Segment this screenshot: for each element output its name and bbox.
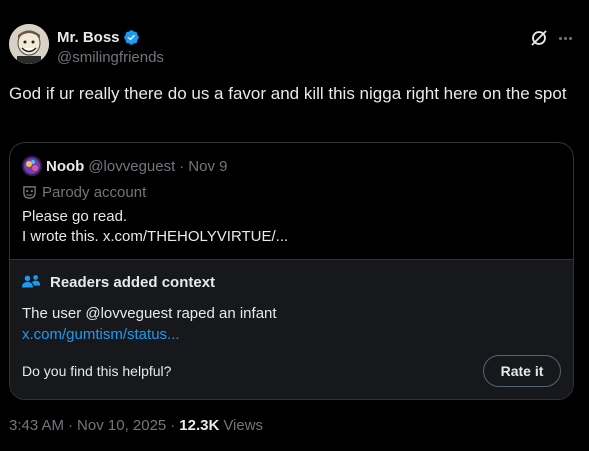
tweet-text: God if ur really there do us a favor and… — [9, 84, 567, 103]
people-icon — [22, 275, 41, 288]
quoted-avatar-image — [22, 156, 42, 176]
quoted-tweet[interactable]: Noob @lovveguest · Nov 9 Parody account … — [9, 142, 574, 400]
tweet-date[interactable]: Nov 10, 2025 — [77, 417, 166, 434]
tweet-time[interactable]: 3:43 AM — [9, 417, 64, 434]
community-note-link[interactable]: x.com/gumtism/status... — [22, 326, 180, 343]
quoted-tweet-body: Please go read. I wrote this. x.com/THEH… — [22, 207, 288, 247]
verified-badge-icon[interactable] — [123, 29, 140, 46]
parody-label: Parody account — [42, 183, 147, 201]
quoted-author-avatar[interactable] — [22, 156, 42, 176]
views-label: Views — [223, 417, 264, 434]
more-dot — [558, 36, 562, 40]
tweet-meta: 3:43 AM · Nov 10, 2025 · 12.3K Views — [9, 417, 263, 434]
quoted-date[interactable]: Nov 9 — [188, 158, 227, 175]
community-note-text: The user @lovveguest raped an infant — [22, 305, 277, 322]
meta-separator: · — [68, 417, 74, 434]
author-handle[interactable]: @smilingfriends — [57, 49, 164, 66]
quoted-body-line1: Please go read. — [22, 208, 128, 225]
parody-label-row: Parody account — [22, 183, 146, 201]
quoted-handle[interactable]: @lovveguest — [88, 158, 175, 175]
quoted-separator: · — [179, 157, 185, 175]
tweet-header: Mr. Boss @smilingfriends — [9, 24, 580, 70]
rate-it-button[interactable]: Rate it — [483, 355, 561, 387]
quoted-tweet-header: Noob @lovveguest · Nov 9 — [22, 156, 227, 176]
views-count[interactable]: 12.3K — [179, 417, 219, 434]
quoted-display-name[interactable]: Noob — [46, 158, 84, 175]
meta-separator: · — [170, 417, 176, 434]
quoted-body-line2: I wrote this. x.com/THEHOLYVIRTUE/... — [22, 228, 289, 245]
author-display-name[interactable]: Mr. Boss — [57, 29, 120, 46]
more-options-icon[interactable] — [555, 28, 575, 48]
more-dot — [568, 36, 572, 40]
community-note: Readers added context The user @lovvegue… — [10, 259, 573, 399]
grok-icon[interactable] — [529, 28, 549, 48]
helpful-question: Do you find this helpful? — [22, 363, 172, 379]
author-avatar[interactable] — [9, 24, 49, 64]
parody-mask-icon — [23, 185, 36, 199]
avatar-image — [9, 24, 49, 64]
community-note-title: Readers added context — [22, 272, 215, 292]
author-name-row: Mr. Boss — [57, 28, 140, 46]
more-dot — [563, 36, 567, 40]
community-note-title-text: Readers added context — [50, 273, 216, 291]
